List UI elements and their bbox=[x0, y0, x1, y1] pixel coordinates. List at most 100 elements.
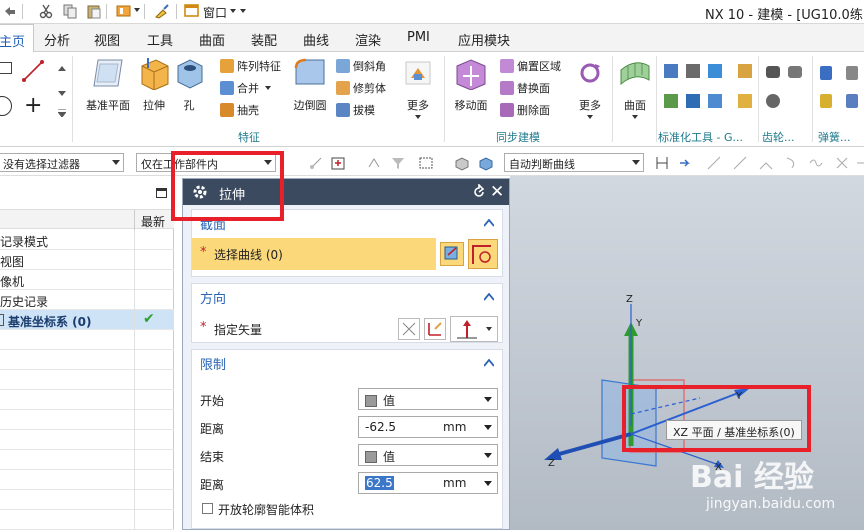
chevron-up-icon[interactable] bbox=[58, 60, 66, 74]
reset-icon[interactable] bbox=[471, 183, 487, 203]
customize-quick-access-icon[interactable] bbox=[240, 9, 246, 13]
pattern-feature-button[interactable]: 阵列特征 bbox=[220, 58, 281, 74]
curve-tool-icon[interactable] bbox=[834, 155, 850, 171]
follow-fillet-icon[interactable] bbox=[678, 155, 694, 171]
spring-icon[interactable] bbox=[846, 66, 858, 80]
move-face-button[interactable]: 移动面 bbox=[450, 56, 492, 113]
limits-group-title[interactable]: 限制 bbox=[200, 354, 226, 373]
list-item[interactable]: 历史记录 bbox=[0, 290, 174, 310]
tab-tools[interactable]: 工具 bbox=[147, 30, 173, 49]
standard-part-icon[interactable] bbox=[664, 94, 678, 108]
standard-part-icon[interactable] bbox=[664, 64, 678, 78]
unite-button[interactable]: 合并 bbox=[220, 80, 271, 96]
standard-part-icon[interactable] bbox=[738, 64, 752, 78]
hole-button[interactable]: 孔 bbox=[174, 56, 204, 113]
window-menu-label[interactable]: 窗口 bbox=[203, 4, 227, 21]
chevron-down-icon[interactable] bbox=[58, 86, 66, 100]
list-item[interactable]: 记录模式 bbox=[0, 230, 174, 250]
chamfer-button[interactable]: 倒斜角 bbox=[336, 58, 386, 74]
stop-at-intersection-icon[interactable] bbox=[654, 155, 670, 171]
curve-tool-icon[interactable] bbox=[706, 155, 722, 171]
tab-pmi[interactable]: PMI bbox=[407, 30, 430, 45]
tab-application[interactable]: 应用模块 bbox=[458, 30, 510, 49]
end-distance-input[interactable]: 62.5 mm bbox=[358, 472, 498, 494]
spring-icon[interactable] bbox=[820, 66, 832, 80]
close-icon[interactable]: ✕ bbox=[490, 182, 504, 202]
gear-icon[interactable] bbox=[788, 66, 802, 78]
curve-tool-icon[interactable] bbox=[758, 155, 774, 171]
select-feature-icon[interactable] bbox=[330, 155, 346, 171]
maximize-icon[interactable] bbox=[156, 188, 167, 198]
collapse-icon[interactable] bbox=[483, 356, 495, 370]
standard-part-icon[interactable] bbox=[708, 64, 722, 78]
surface-button[interactable]: 曲面 bbox=[618, 56, 652, 119]
brush-icon[interactable] bbox=[154, 3, 170, 19]
gear-icon[interactable] bbox=[766, 66, 780, 78]
curve-tool-icon[interactable] bbox=[784, 155, 800, 171]
rectangle-icon[interactable] bbox=[0, 62, 12, 74]
direction-group-title[interactable]: 方向 bbox=[200, 288, 226, 307]
tab-render[interactable]: 渲染 bbox=[355, 30, 381, 49]
collapse-icon[interactable] bbox=[483, 216, 495, 230]
list-item[interactable]: 像机 bbox=[0, 270, 174, 290]
curve-tool-icon[interactable] bbox=[856, 155, 864, 171]
sketch-section-button[interactable] bbox=[440, 242, 464, 266]
delete-face-button[interactable]: 删除面 bbox=[500, 102, 550, 118]
collapse-icon[interactable] bbox=[483, 290, 495, 304]
tab-view[interactable]: 视图 bbox=[94, 30, 120, 49]
paste-icon[interactable] bbox=[86, 3, 102, 19]
datum-plane-button[interactable]: 基准平面 bbox=[80, 56, 136, 113]
offset-region-button[interactable]: 偏置区域 bbox=[500, 58, 561, 74]
edge-blend-button[interactable]: 边倒圆 bbox=[290, 56, 330, 113]
trim-body-button[interactable]: 修剪体 bbox=[336, 80, 386, 96]
deselect-icon[interactable] bbox=[366, 155, 382, 171]
tab-home[interactable]: 主页 bbox=[0, 24, 35, 53]
more-icon[interactable] bbox=[57, 106, 67, 120]
curve-rule-dropdown[interactable]: 自动判断曲线 bbox=[504, 153, 644, 172]
shell-button[interactable]: 抽壳 bbox=[220, 102, 259, 118]
graphics-viewport[interactable]: Z Y Y Z X XZ 平面 / 基准坐标系(0) Bai 经验 jingya… bbox=[510, 176, 864, 530]
start-type-dropdown[interactable]: 值 bbox=[358, 388, 498, 410]
chevron-down-icon[interactable] bbox=[134, 8, 140, 12]
touch-mode-icon[interactable] bbox=[116, 3, 132, 19]
spring-icon[interactable] bbox=[846, 94, 858, 108]
tab-curve[interactable]: 曲线 bbox=[303, 30, 329, 49]
standard-part-icon[interactable] bbox=[686, 64, 700, 78]
point-icon[interactable]: + bbox=[24, 95, 42, 117]
spring-icon[interactable] bbox=[820, 94, 832, 108]
cut-icon[interactable] bbox=[38, 3, 54, 19]
standard-part-icon[interactable] bbox=[686, 94, 700, 108]
vector-dialog-button[interactable] bbox=[424, 318, 446, 340]
filter-icon[interactable] bbox=[390, 155, 406, 171]
tab-assembly[interactable]: 装配 bbox=[251, 30, 277, 49]
undo-icon[interactable] bbox=[2, 3, 18, 19]
select-face-icon[interactable] bbox=[478, 155, 494, 171]
replace-face-button[interactable]: 替换面 bbox=[500, 80, 550, 96]
window-icon[interactable] bbox=[184, 3, 200, 19]
circle-icon[interactable] bbox=[0, 96, 12, 116]
open-profile-checkbox[interactable] bbox=[202, 503, 213, 514]
list-item-selected[interactable]: 基准坐标系 (0) ✔ bbox=[0, 310, 174, 330]
tab-surface[interactable]: 曲面 bbox=[199, 30, 225, 49]
line-icon[interactable] bbox=[22, 60, 44, 85]
latest-column-header[interactable]: 最新 bbox=[141, 213, 165, 230]
start-distance-input[interactable]: -62.5 mm bbox=[358, 416, 498, 438]
draft-button[interactable]: 拔模 bbox=[336, 102, 375, 118]
snap-icon[interactable] bbox=[308, 155, 324, 171]
vector-type-dropdown[interactable] bbox=[450, 316, 498, 342]
select-curve-row[interactable]: * 选择曲线 (0) bbox=[192, 238, 436, 270]
type-filter-dropdown[interactable]: 没有选择过滤器 bbox=[0, 153, 124, 172]
gear-icon[interactable] bbox=[766, 94, 780, 108]
select-body-icon[interactable] bbox=[454, 155, 470, 171]
more-features-button[interactable]: 更多 bbox=[402, 56, 434, 119]
more-sync-button[interactable]: 更多 bbox=[574, 56, 606, 119]
end-type-dropdown[interactable]: 值 bbox=[358, 444, 498, 466]
standard-part-icon[interactable] bbox=[738, 94, 752, 108]
box-select-icon[interactable] bbox=[418, 155, 434, 171]
extrude-button[interactable]: 拉伸 bbox=[136, 56, 172, 113]
reverse-direction-button[interactable] bbox=[398, 318, 420, 340]
standard-part-icon[interactable] bbox=[708, 94, 722, 108]
curve-tool-icon[interactable] bbox=[732, 155, 748, 171]
chevron-down-icon[interactable] bbox=[230, 9, 236, 13]
curve-select-button[interactable] bbox=[468, 239, 498, 269]
